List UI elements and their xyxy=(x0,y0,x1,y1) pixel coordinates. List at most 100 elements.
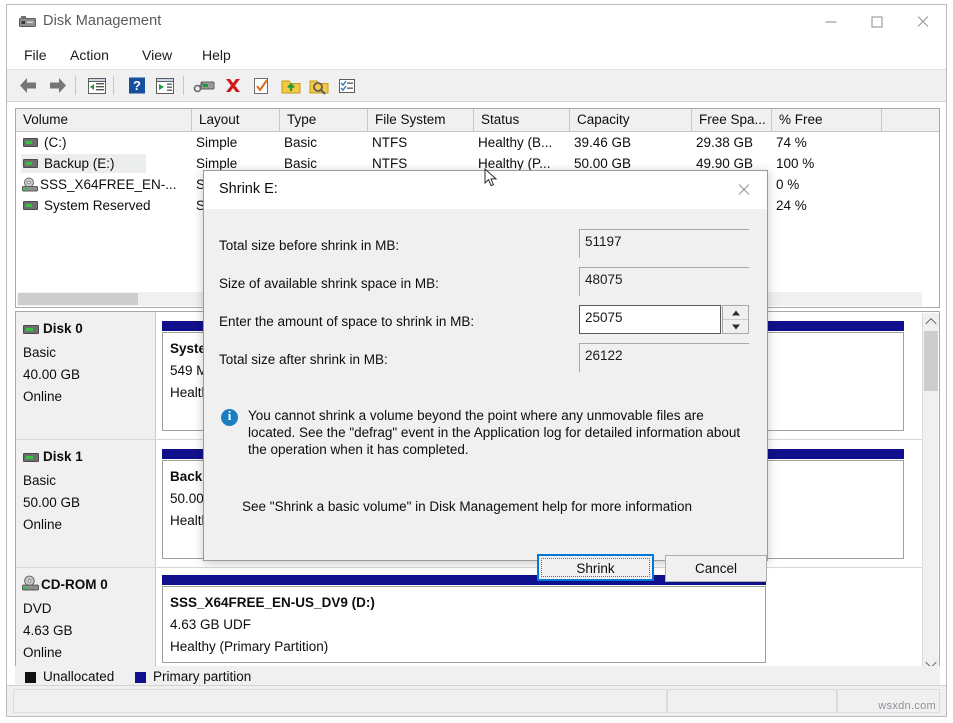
checkmark-icon[interactable] xyxy=(249,74,273,97)
export-icon[interactable] xyxy=(279,74,303,97)
dialog-close-button[interactable] xyxy=(721,171,767,208)
cell-type: Basic xyxy=(284,132,317,153)
partition-body: SSS_X64FREE_EN-US_DV9 (D:) 4.63 GB UDF H… xyxy=(162,586,766,663)
disk-size: 40.00 GB xyxy=(23,367,80,382)
menu-item-help[interactable]: Help xyxy=(195,44,238,66)
column-header-volume[interactable]: Volume xyxy=(16,109,192,131)
shrink-dialog: Shrink E: Total size before shrink in MB… xyxy=(203,170,768,561)
cell-percentfree: 24 % xyxy=(776,195,807,216)
disk-name: Disk 0 xyxy=(43,321,83,336)
disk-pane-vertical-scrollbar[interactable] xyxy=(922,313,938,672)
available-shrink-space-field: 48075 xyxy=(579,267,749,296)
column-header-filesystem[interactable]: File System xyxy=(368,109,474,131)
menu-bar: File Action View Help xyxy=(7,39,946,69)
disk-info-2: CD-ROM 0 DVD 4.63 GB Online xyxy=(16,568,156,673)
cdrom-icon xyxy=(22,177,38,192)
triangle-down-icon xyxy=(732,324,740,329)
disk-type: Basic xyxy=(23,345,56,360)
disk-type: DVD xyxy=(23,601,52,616)
properties-icon[interactable] xyxy=(193,74,217,97)
shrink-amount-input[interactable]: 25075 xyxy=(579,305,721,334)
disk-state: Online xyxy=(23,517,62,532)
svg-text:?: ? xyxy=(133,78,141,93)
disk-partitions-2: SSS_X64FREE_EN-US_DV9 (D:) 4.63 GB UDF H… xyxy=(157,568,922,673)
field-row-shrink-amount: Enter the amount of space to shrink in M… xyxy=(204,305,767,343)
legend-label-unallocated: Unallocated xyxy=(43,669,114,684)
shrink-button[interactable]: Shrink xyxy=(537,554,654,581)
stepper-up-button[interactable] xyxy=(723,306,748,320)
scroll-up-button[interactable] xyxy=(923,313,939,330)
column-header-type[interactable]: Type xyxy=(280,109,368,131)
disk-size: 50.00 GB xyxy=(23,495,80,510)
help-icon[interactable]: ? xyxy=(125,74,149,97)
field-value: 51197 xyxy=(585,234,622,249)
menu-item-file[interactable]: File xyxy=(17,44,54,66)
cdrom-icon xyxy=(22,575,39,591)
close-icon xyxy=(916,15,930,29)
mouse-cursor xyxy=(484,168,498,188)
cell-percentfree: 74 % xyxy=(776,132,807,153)
triangle-up-icon xyxy=(732,310,740,315)
forward-arrow-icon[interactable] xyxy=(45,74,69,97)
volume-list-header: Volume Layout Type File System Status Ca… xyxy=(16,109,939,132)
partition-status: Healthy (Primary Partition) xyxy=(170,639,328,654)
cell-layout: Simple xyxy=(196,132,237,153)
cell-volume: SSS_X64FREE_EN-... xyxy=(40,174,177,195)
cell-percentfree: 0 % xyxy=(776,174,799,195)
cell-freespace: 29.38 GB xyxy=(696,132,753,153)
field-label: Enter the amount of space to shrink in M… xyxy=(219,314,474,329)
minimize-button[interactable] xyxy=(808,5,854,38)
column-header-percentfree[interactable]: % Free xyxy=(772,109,882,131)
stepper-down-button[interactable] xyxy=(723,320,748,333)
close-button[interactable] xyxy=(900,5,946,38)
search-icon[interactable] xyxy=(307,74,331,97)
disk-icon xyxy=(23,453,39,462)
toolbar-separator xyxy=(183,76,184,95)
field-value: 26122 xyxy=(585,348,623,363)
shrink-amount-stepper[interactable] xyxy=(722,305,749,334)
back-arrow-icon[interactable] xyxy=(17,74,41,97)
info-text: You cannot shrink a volume beyond the po… xyxy=(248,407,748,458)
disk-name: Disk 1 xyxy=(43,449,83,464)
column-header-status[interactable]: Status xyxy=(474,109,570,131)
cell-volume: (C:) xyxy=(16,132,67,153)
column-header-layout[interactable]: Layout xyxy=(192,109,280,131)
legend-swatch-primary xyxy=(135,672,146,683)
scrollbar-thumb[interactable] xyxy=(924,331,938,391)
legend-swatch-unallocated xyxy=(25,672,36,683)
menu-item-action[interactable]: Action xyxy=(63,44,116,66)
total-size-before-field: 51197 xyxy=(579,229,749,258)
field-label: Size of available shrink space in MB: xyxy=(219,276,439,291)
window-title: Disk Management xyxy=(43,13,161,29)
disk-row-2[interactable]: CD-ROM 0 DVD 4.63 GB Online SSS_X64FREE_… xyxy=(16,568,922,673)
field-row-total-after: Total size after shrink in MB: 26122 xyxy=(204,343,767,381)
show-hide-console-tree-icon[interactable] xyxy=(85,74,109,97)
disk-name: CD-ROM 0 xyxy=(41,577,108,592)
show-hide-action-pane-icon[interactable] xyxy=(153,74,177,97)
column-header-freespace[interactable]: Free Spa... xyxy=(692,109,772,131)
help-text: See "Shrink a basic volume" in Disk Mana… xyxy=(242,499,692,514)
disk-state: Online xyxy=(23,645,62,660)
scrollbar-thumb[interactable] xyxy=(18,293,138,305)
focus-ring xyxy=(541,558,650,577)
title-bar: Disk Management xyxy=(7,5,946,39)
field-value: 48075 xyxy=(585,272,623,287)
disk-management-icon xyxy=(19,15,36,30)
disk-state: Online xyxy=(23,389,62,404)
maximize-button[interactable] xyxy=(854,5,900,38)
list-view-icon[interactable] xyxy=(335,74,359,97)
cancel-button-label: Cancel xyxy=(695,561,737,576)
cancel-button[interactable]: Cancel xyxy=(665,555,767,582)
partition-size: 4.63 GB UDF xyxy=(170,617,251,632)
cell-volume: Backup (E:) xyxy=(16,153,115,174)
menu-item-view[interactable]: View xyxy=(135,44,179,66)
partition-block[interactable]: SSS_X64FREE_EN-US_DV9 (D:) 4.63 GB UDF H… xyxy=(162,575,766,663)
table-row[interactable]: (C:) Simple Basic NTFS Healthy (B... 39.… xyxy=(16,132,939,153)
field-label: Total size before shrink in MB: xyxy=(219,238,399,253)
cell-filesystem: NTFS xyxy=(372,132,407,153)
info-icon xyxy=(221,409,238,426)
field-row-available: Size of available shrink space in MB: 48… xyxy=(204,267,767,305)
column-header-capacity[interactable]: Capacity xyxy=(570,109,692,131)
delete-icon[interactable] xyxy=(221,74,245,97)
disk-type: Basic xyxy=(23,473,56,488)
